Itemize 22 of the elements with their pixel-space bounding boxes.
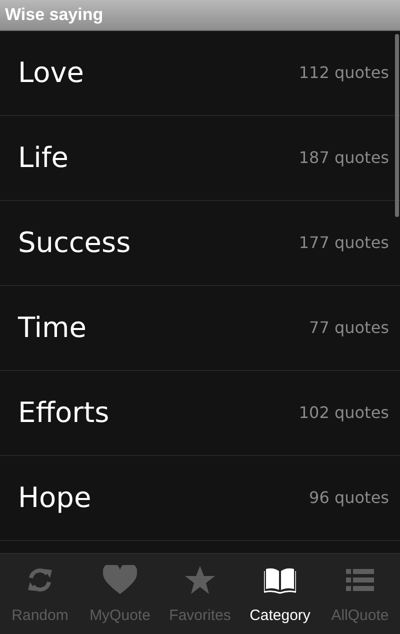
list-icon [346, 568, 374, 592]
category-row[interactable]: Efforts 102 quotes [0, 371, 400, 456]
star-icon [185, 566, 215, 594]
quote-count: 177 quotes [298, 232, 389, 254]
category-name: Success [18, 225, 131, 261]
category-row[interactable]: Hope 96 quotes [0, 456, 400, 541]
category-name: Hope [18, 480, 92, 516]
quote-count: 112 quotes [298, 62, 389, 84]
quote-count: 77 quotes [309, 317, 389, 339]
category-row[interactable]: Time 77 quotes [0, 286, 400, 371]
window-title: Wise saying [5, 4, 104, 26]
category-name: Time [18, 310, 87, 346]
category-name: Efforts [18, 395, 110, 431]
category-name: Love [18, 55, 84, 91]
refresh-icon [25, 566, 55, 594]
tab[interactable]: Category [240, 554, 320, 634]
quote-count: 102 quotes [298, 402, 389, 424]
category-name: Life [18, 140, 68, 176]
quote-count: 187 quotes [298, 147, 389, 169]
quote-count: 96 quotes [309, 487, 389, 509]
book-icon [264, 566, 296, 594]
heart-icon [103, 564, 137, 595]
